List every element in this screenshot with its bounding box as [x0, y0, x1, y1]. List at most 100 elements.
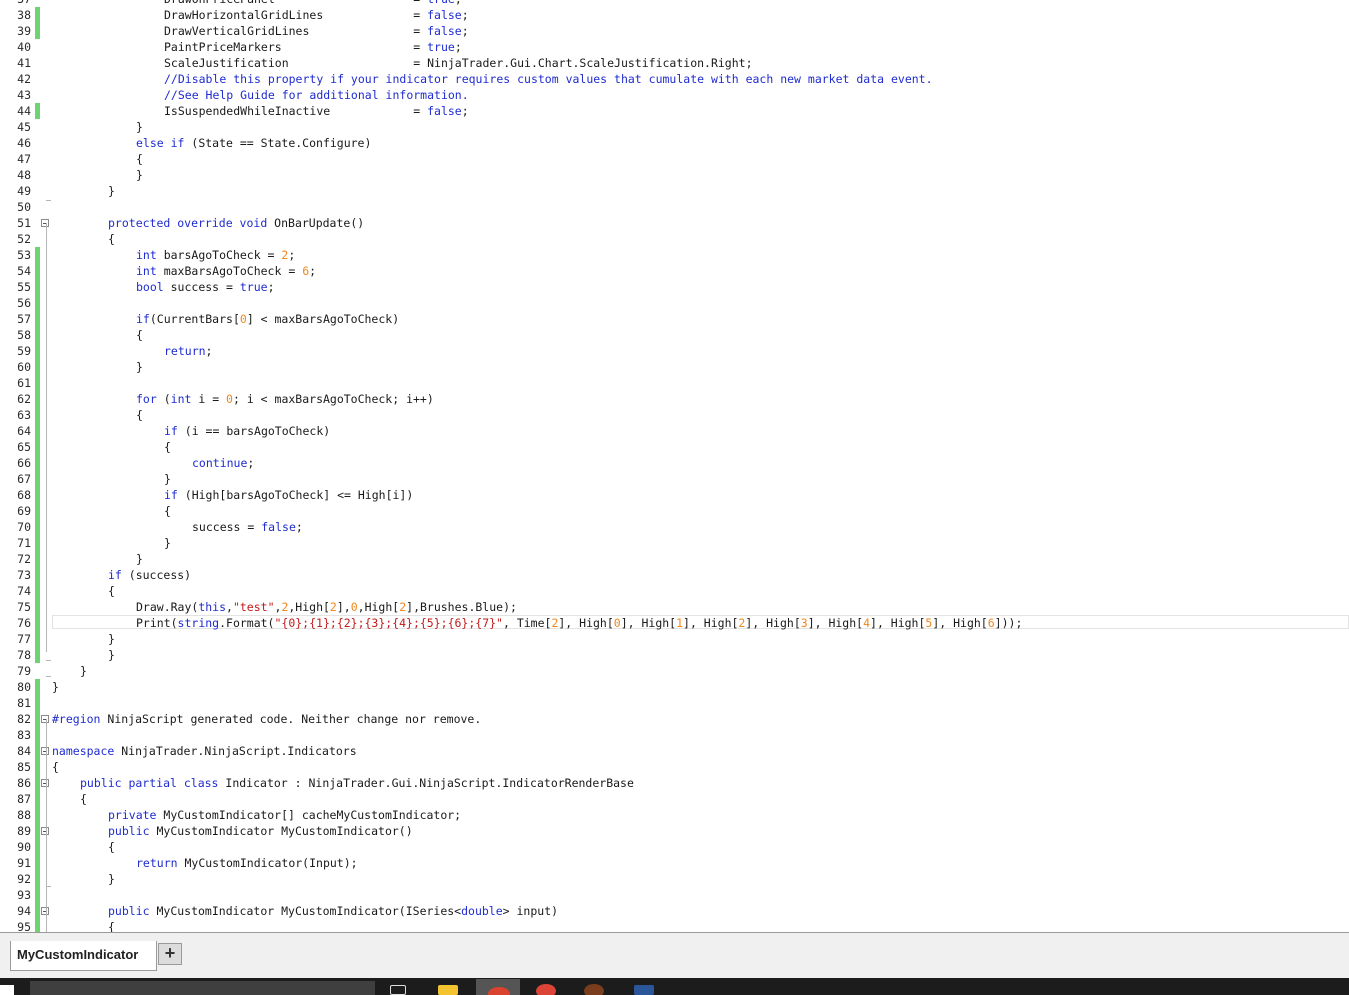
code-line[interactable]: 57 if(CurrentBars[0] < maxBarsAgoToCheck) [0, 311, 1349, 327]
code-line[interactable]: 65 { [0, 439, 1349, 455]
code-line[interactable]: 81 [0, 695, 1349, 711]
document-tab-bar: MyCustomIndicator + [0, 932, 1349, 978]
collapse-icon[interactable] [41, 715, 49, 723]
code-token: 1 [676, 616, 684, 630]
code-token: false [261, 520, 296, 534]
code-line[interactable]: 66 continue; [0, 455, 1349, 471]
code-line[interactable]: 55 bool success = true; [0, 279, 1349, 295]
code-line[interactable]: 79} [0, 663, 1349, 679]
code-line[interactable]: 54 int maxBarsAgoToCheck = 6; [0, 263, 1349, 279]
code-token: true [239, 280, 268, 294]
collapse-icon[interactable] [41, 827, 49, 835]
code-line[interactable]: 49} [0, 183, 1349, 199]
code-line[interactable]: 85 { [0, 759, 1349, 775]
code-line[interactable]: 58 { [0, 327, 1349, 343]
code-line[interactable]: 43 //See Help Guide for additional inform… [0, 87, 1349, 103]
code-line[interactable]: 68 if (High[barsAgoToCheck] <= High[i]) [0, 487, 1349, 503]
code-line[interactable]: 91 return MyCustomIndicator(Input); [0, 855, 1349, 871]
collapse-icon[interactable] [41, 747, 49, 755]
code-line[interactable]: 64 if (i == barsAgoToCheck) [0, 423, 1349, 439]
tab-mycustomindicator[interactable]: MyCustomIndicator [10, 941, 157, 971]
code-line[interactable]: 41 ScaleJustification = NinjaTrader.Gui.C… [0, 55, 1349, 71]
line-number: 46 [17, 136, 31, 150]
app-icon-2[interactable] [584, 984, 604, 995]
code-line[interactable]: 89 public MyCustomIndicator MyCustomIndic… [0, 823, 1349, 839]
chrome-icon[interactable] [536, 984, 556, 995]
code-line[interactable]: 72} [0, 551, 1349, 567]
code-token: 2 [329, 600, 337, 614]
code-line[interactable]: 73 if (success) [0, 567, 1349, 583]
code-line[interactable]: 77} [0, 631, 1349, 647]
code-text: DrawOnPricePanel = true; [164, 0, 462, 7]
code-line[interactable]: 95 { [0, 919, 1349, 932]
code-line[interactable]: 37 DrawOnPricePanel = true; [0, 0, 1349, 7]
code-line[interactable]: 90 { [0, 839, 1349, 855]
code-line[interactable]: 47 { [0, 151, 1349, 167]
code-line[interactable]: 94 public MyCustomIndicator MyCustomIndic… [0, 903, 1349, 919]
code-text: } [108, 647, 115, 663]
windows-taskbar [0, 978, 1349, 995]
code-line[interactable]: 46 else if (State == State.Configure) [0, 135, 1349, 151]
code-token: } [80, 664, 87, 678]
code-line[interactable]: 78} [0, 647, 1349, 663]
code-token: true [427, 40, 455, 54]
code-line[interactable]: 83 [0, 727, 1349, 743]
task-view-icon[interactable] [390, 985, 406, 995]
code-token: , [226, 600, 233, 614]
code-line[interactable]: 63 { [0, 407, 1349, 423]
code-line[interactable]: 87 { [0, 791, 1349, 807]
code-token: #region [52, 712, 101, 726]
code-line[interactable]: 62 for (int i = 0; i < maxBarsAgoToCheck;… [0, 391, 1349, 407]
start-icon[interactable] [0, 985, 14, 995]
code-text: return; [164, 343, 212, 359]
collapse-icon[interactable] [41, 219, 49, 227]
code-line[interactable]: 53 int barsAgoToCheck = 2; [0, 247, 1349, 263]
code-line[interactable]: 45} [0, 119, 1349, 135]
taskbar-search-box[interactable] [30, 981, 375, 995]
code-line[interactable]: 88 private MyCustomIndicator[] cacheMyCus… [0, 807, 1349, 823]
code-line[interactable]: 60} [0, 359, 1349, 375]
code-line[interactable]: 61 [0, 375, 1349, 391]
code-line[interactable]: 70 success = false; [0, 519, 1349, 535]
code-line[interactable]: 74 { [0, 583, 1349, 599]
code-line[interactable]: 93 [0, 887, 1349, 903]
code-line[interactable]: 44 IsSuspendedWhileInactive = false; [0, 103, 1349, 119]
code-text: { [108, 583, 115, 599]
change-marker [35, 823, 40, 839]
code-line[interactable]: 51 protected override void OnBarUpdate() [0, 215, 1349, 231]
code-token: return [136, 856, 178, 870]
code-line[interactable]: 50 [0, 199, 1349, 215]
app-icon[interactable] [476, 979, 520, 995]
code-line[interactable]: 82 #region NinjaScript generated code. Ne… [0, 711, 1349, 727]
change-marker [35, 503, 40, 519]
code-line[interactable]: 56 [0, 295, 1349, 311]
code-line[interactable]: 69 { [0, 503, 1349, 519]
code-line[interactable]: 40 PaintPriceMarkers = true; [0, 39, 1349, 55]
code-line[interactable]: 39 DrawVerticalGridLines = false; [0, 23, 1349, 39]
word-icon[interactable] [634, 985, 654, 995]
code-line[interactable]: 38 DrawHorizontalGridLines = false; [0, 7, 1349, 23]
line-number: 45 [17, 120, 31, 134]
line-number: 73 [17, 568, 31, 582]
collapse-icon[interactable] [41, 907, 49, 915]
code-line[interactable]: 52 { [0, 231, 1349, 247]
file-explorer-icon[interactable] [438, 985, 458, 995]
code-line[interactable]: 92} [0, 871, 1349, 887]
collapse-icon[interactable] [41, 779, 49, 787]
code-line[interactable]: 71} [0, 535, 1349, 551]
code-line[interactable]: 59 return; [0, 343, 1349, 359]
change-marker [35, 343, 40, 359]
code-line[interactable]: 76 Print(string.Format("{0};{1};{2};{3};{… [0, 615, 1349, 631]
code-editor[interactable]: 37 DrawOnPricePanel = true; 38 DrawHorizont… [0, 0, 1349, 932]
add-tab-button[interactable]: + [158, 943, 182, 965]
code-line[interactable]: 80} [0, 679, 1349, 695]
code-line[interactable]: 84 namespace NinjaTrader.NinjaScript.Indi… [0, 743, 1349, 759]
line-number: 61 [17, 376, 31, 390]
code-line[interactable]: 42 //Disable this property if your indica… [0, 71, 1349, 87]
code-line[interactable]: 48} [0, 167, 1349, 183]
code-text: int barsAgoToCheck = 2; [136, 247, 295, 263]
code-line[interactable]: 86 public partial class Indicator : Ninja… [0, 775, 1349, 791]
code-line[interactable]: 75 Draw.Ray(this,"test",2,High[2],0,High[… [0, 599, 1349, 615]
line-number: 58 [17, 328, 31, 342]
code-line[interactable]: 67} [0, 471, 1349, 487]
